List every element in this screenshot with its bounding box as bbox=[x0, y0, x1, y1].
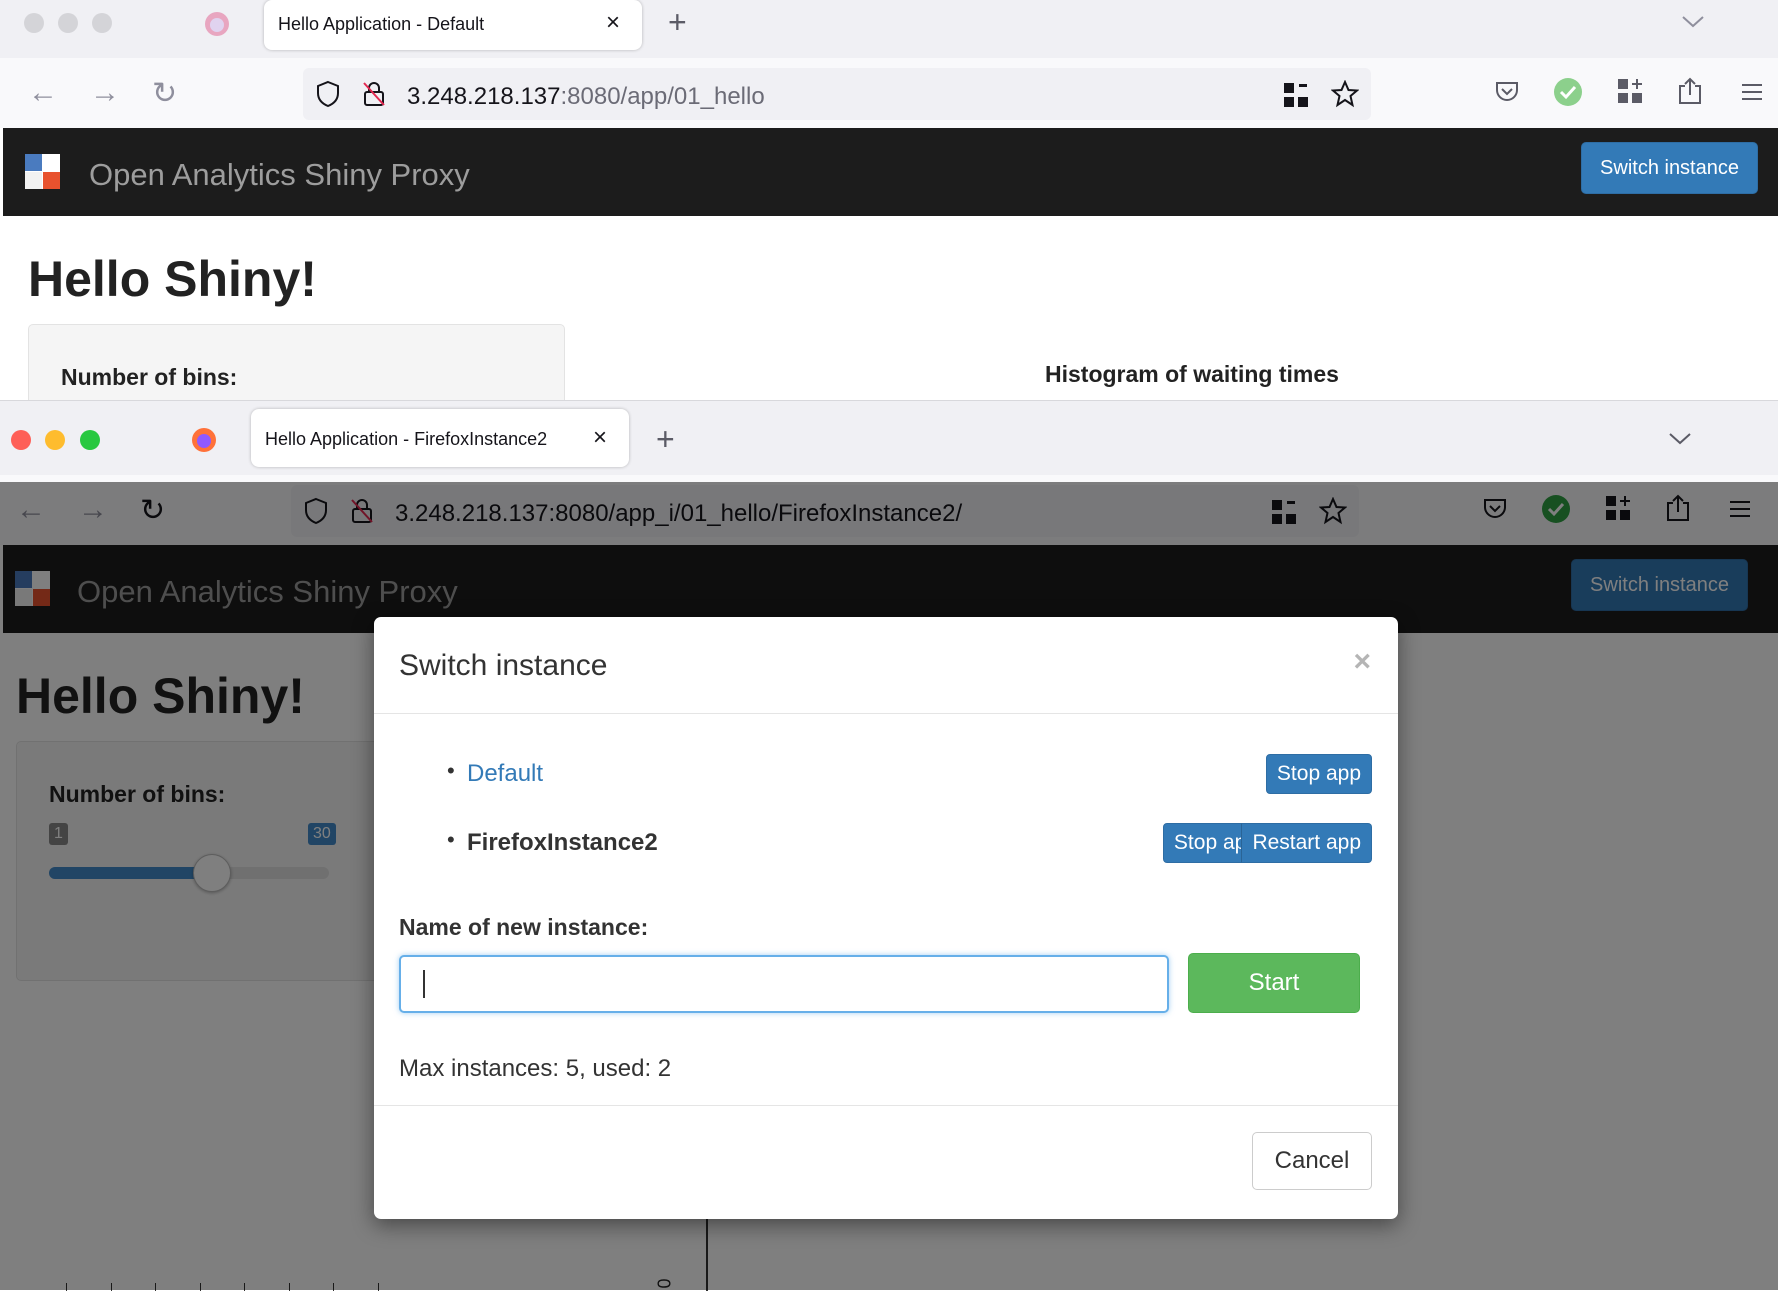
tab-firefoxinstance2[interactable]: Hello Application - FirefoxInstance2 × bbox=[251, 409, 629, 467]
new-tab-icon[interactable]: + bbox=[656, 421, 675, 458]
url-text: 3.248.218.137:8080/app/01_hello bbox=[407, 83, 765, 110]
brand-title[interactable]: Open Analytics Shiny Proxy bbox=[89, 157, 470, 193]
instance-row-firefoxinstance2: • FirefoxInstance2 Stop app Restart app bbox=[374, 823, 1398, 865]
nav-toolbar: ← → ↻ 3.248.218.137:8080/app/01_hello bbox=[0, 58, 1778, 128]
insecure-lock-icon bbox=[361, 80, 387, 113]
modal-footer: Cancel bbox=[374, 1105, 1398, 1220]
firefox-icon bbox=[190, 426, 218, 459]
address-bar[interactable]: 3.248.218.137:8080/app/01_hello bbox=[303, 68, 1371, 120]
new-tab-icon[interactable]: + bbox=[668, 4, 687, 41]
bins-label: Number of bins: bbox=[61, 364, 238, 390]
text-caret bbox=[423, 970, 425, 998]
switch-instance-modal: Switch instance × • Default Stop app • F… bbox=[374, 617, 1398, 1219]
start-button[interactable]: Start bbox=[1188, 953, 1360, 1013]
new-instance-name-input[interactable] bbox=[399, 955, 1169, 1013]
instance-name-current: FirefoxInstance2 bbox=[467, 829, 658, 856]
tab-bar: Hello Application - FirefoxInstance2 × + bbox=[0, 401, 1778, 475]
forward-icon[interactable]: → bbox=[90, 76, 120, 110]
new-instance-label: Name of new instance: bbox=[399, 914, 649, 940]
window-zoom-dot[interactable] bbox=[92, 13, 112, 33]
tab-title: Hello Application - FirefoxInstance2 bbox=[265, 429, 548, 449]
instance-link-default[interactable]: Default bbox=[467, 760, 543, 788]
tab-close-icon[interactable]: × bbox=[593, 424, 607, 452]
pocket-icon[interactable] bbox=[1494, 80, 1520, 109]
modal-header: Switch instance × bbox=[374, 617, 1398, 714]
brand-logo bbox=[25, 154, 60, 189]
instance-limit-text: Max instances: 5, used: 2 bbox=[399, 1055, 672, 1082]
menu-icon[interactable] bbox=[1740, 82, 1764, 107]
tab-default[interactable]: Hello Application - Default × bbox=[264, 0, 642, 50]
list-all-tabs-icon[interactable] bbox=[1680, 14, 1706, 35]
tab-close-icon[interactable]: × bbox=[606, 9, 620, 37]
window-zoom-dot[interactable] bbox=[80, 430, 100, 450]
share-icon[interactable] bbox=[1677, 76, 1703, 111]
app-navbar: Open Analytics Shiny Proxy Switch instan… bbox=[3, 128, 1778, 216]
extension-check-icon[interactable] bbox=[1553, 77, 1583, 112]
window-minimize-dot[interactable] bbox=[58, 13, 78, 33]
back-icon[interactable]: ← bbox=[28, 76, 58, 110]
tab-title: Hello Application - Default bbox=[278, 14, 485, 34]
window-close-dot[interactable] bbox=[24, 13, 44, 33]
histogram-title: Histogram of waiting times bbox=[1045, 361, 1339, 387]
browser-window-default: Hello Application - Default × + ← → ↻ 3.… bbox=[0, 0, 1778, 400]
bookmark-star-icon[interactable] bbox=[1330, 79, 1360, 113]
window-close-dot[interactable] bbox=[11, 430, 31, 450]
cancel-button[interactable]: Cancel bbox=[1252, 1132, 1372, 1190]
qr-code-icon[interactable] bbox=[1283, 82, 1309, 113]
stop-app-button[interactable]: Stop app bbox=[1265, 754, 1372, 794]
list-all-tabs-icon[interactable] bbox=[1667, 431, 1693, 452]
instance-row-default: • Default Stop app bbox=[374, 754, 1398, 796]
page-title: Hello Shiny! bbox=[28, 251, 317, 307]
shield-icon bbox=[315, 80, 341, 113]
switch-instance-button[interactable]: Switch instance bbox=[1581, 142, 1758, 194]
bullet: • bbox=[447, 758, 455, 783]
modal-title: Switch instance bbox=[399, 649, 608, 682]
firefox-icon bbox=[203, 10, 231, 43]
close-icon[interactable]: × bbox=[1353, 645, 1371, 679]
extensions-icon[interactable] bbox=[1617, 78, 1643, 109]
window-minimize-dot[interactable] bbox=[45, 430, 65, 450]
restart-app-button[interactable]: Restart app bbox=[1241, 823, 1372, 863]
reload-icon[interactable]: ↻ bbox=[152, 76, 177, 111]
tab-bar: Hello Application - Default × + bbox=[0, 0, 1778, 58]
bullet: • bbox=[447, 827, 455, 852]
